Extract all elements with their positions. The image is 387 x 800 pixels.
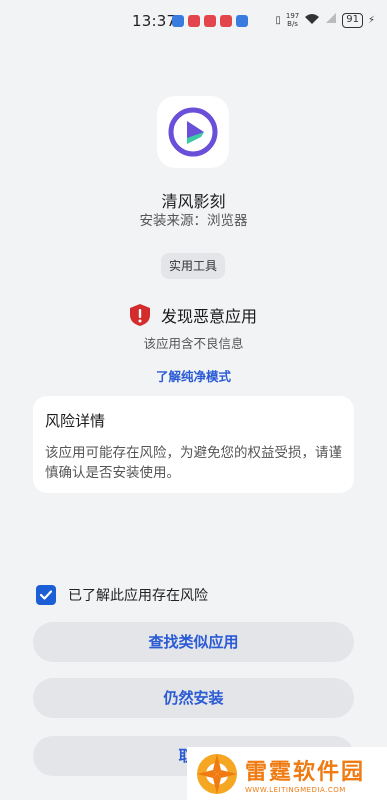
- check-icon: [39, 590, 53, 600]
- risk-details-card: 风险详情 该应用可能存在风险，为避免您的权益受损，请谨慎确认是否安装使用。: [33, 396, 354, 493]
- notification-app-icon: [188, 15, 200, 27]
- charging-icon: ⚡: [367, 14, 375, 26]
- warning-subtitle: 该应用含不良信息: [143, 336, 244, 351]
- acknowledge-risk-row[interactable]: 已了解此应用存在风险: [36, 585, 208, 605]
- shield-alert-icon: [130, 304, 150, 326]
- notification-app-icon: [220, 15, 232, 27]
- watermark: 雷霆软件园 WWW.LEITINGMEDIA.COM: [187, 747, 387, 800]
- network-speed: 197 B/s: [285, 12, 300, 28]
- install-source: 安装来源：浏览器: [139, 213, 248, 229]
- status-bar: 13:37 ▯ 197 B/s 91 ⚡: [0, 0, 387, 42]
- vibrate-icon: ▯: [275, 14, 281, 26]
- watermark-logo: [197, 753, 237, 794]
- wifi-icon: [304, 13, 320, 28]
- notification-app-icon: [204, 15, 216, 27]
- notification-icons: [172, 15, 248, 27]
- category-chip: 实用工具: [161, 253, 226, 279]
- acknowledge-label: 已了解此应用存在风险: [68, 588, 208, 604]
- battery-level: 91: [342, 12, 363, 28]
- risk-details-title: 风险详情: [45, 412, 106, 430]
- status-indicators: ▯ 197 B/s 91 ⚡: [275, 12, 375, 28]
- play-icon: [168, 107, 218, 157]
- warning-title: 发现恶意应用: [161, 307, 258, 326]
- acknowledge-checkbox[interactable]: [36, 585, 56, 605]
- app-icon: [157, 96, 229, 168]
- watermark-url: WWW.LEITINGMEDIA.COM: [245, 785, 346, 794]
- find-similar-apps-button[interactable]: 查找类似应用: [33, 622, 354, 662]
- watermark-title: 雷霆软件园: [245, 759, 366, 785]
- notification-app-icon: [172, 15, 184, 27]
- status-time: 13:37: [132, 12, 177, 30]
- malware-warning: 发现恶意应用: [129, 303, 257, 327]
- notification-app-icon: [236, 15, 248, 27]
- signal-icon: [325, 13, 337, 27]
- install-anyway-button[interactable]: 仍然安装: [33, 678, 354, 718]
- risk-details-description: 该应用可能存在风险，为避免您的权益受损，请谨慎确认是否安装使用。: [45, 445, 342, 481]
- learn-pure-mode-link[interactable]: 了解纯净模式: [0, 366, 387, 385]
